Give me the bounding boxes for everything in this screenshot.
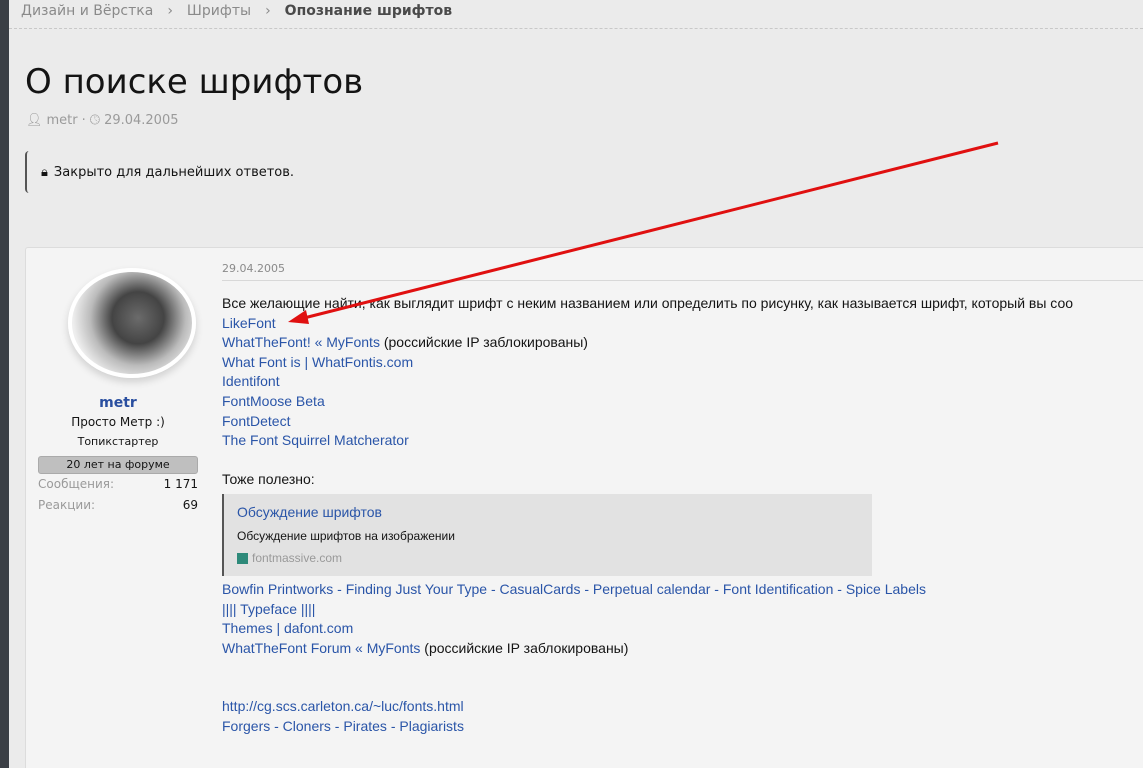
- link-preview-card[interactable]: Обсуждение шрифтов Обсуждение шрифтов на…: [222, 493, 872, 576]
- link-typeface[interactable]: |||| Typeface ||||: [222, 601, 315, 617]
- link-fontmoose[interactable]: FontMoose Beta: [222, 393, 325, 409]
- stat-label: Сообщения:: [38, 477, 115, 491]
- separator: ·: [81, 113, 86, 128]
- link-whatfontis[interactable]: What Font is | WhatFontis.com: [222, 354, 413, 370]
- avatar[interactable]: [68, 268, 196, 378]
- breadcrumb-current: Опознание шрифтов: [284, 3, 453, 19]
- preview-description: Обсуждение шрифтов на изображении: [237, 528, 455, 543]
- username-link[interactable]: metr: [38, 395, 198, 411]
- thread-meta: 👤︎ metr · 🕓︎ 29.04.2005: [26, 113, 179, 128]
- link-likefont[interactable]: LikeFont: [222, 315, 276, 331]
- post-body: Все желающие найти, как выглядит шрифт с…: [222, 294, 1137, 737]
- clock-icon: 🕓︎: [89, 113, 101, 128]
- post-intro: Все желающие найти, как выглядит шрифт с…: [222, 295, 1074, 311]
- stat-value: 69: [182, 498, 198, 512]
- chevron-right-icon: ›: [265, 3, 271, 19]
- stat-label: Реакции:: [38, 498, 96, 512]
- author-link[interactable]: metr: [47, 113, 78, 128]
- preview-site-name: fontmassive.com: [252, 551, 343, 566]
- notice-text: Закрыто для дальнейших ответов.: [53, 164, 295, 180]
- left-sidebar-edge: [0, 0, 9, 768]
- user-title: Просто Метр :): [71, 415, 165, 429]
- favicon-icon: [237, 553, 248, 565]
- page-title: О поиске шрифтов: [25, 62, 364, 102]
- also-useful-label: Тоже полезно:: [222, 471, 315, 488]
- user-badge: 20 лет на форуме: [38, 456, 198, 474]
- blocked-note: (российские IP заблокированы): [383, 334, 588, 351]
- link-whatthefont[interactable]: WhatTheFont! « MyFonts: [222, 334, 380, 350]
- link-bowfin[interactable]: Bowfin Printworks - Finding Just Your Ty…: [222, 581, 926, 597]
- link-fontsquirrel[interactable]: The Font Squirrel Matcherator: [222, 432, 409, 448]
- breadcrumb: Дизайн и Вёрстка › Шрифты › Опознание шр…: [21, 3, 452, 19]
- breadcrumb-design[interactable]: Дизайн и Вёрстка: [21, 3, 153, 19]
- link-fontdetect[interactable]: FontDetect: [222, 413, 290, 429]
- link-forgers[interactable]: Forgers - Cloners - Pirates - Plagiarist…: [222, 718, 464, 734]
- user-icon: 👤︎: [26, 113, 43, 128]
- blocked-note: (российские IP заблокированы): [424, 639, 629, 656]
- lock-icon: 🔒︎: [41, 164, 48, 180]
- post-date[interactable]: 29.04.2005: [222, 262, 285, 275]
- closed-notice: 🔒︎ Закрыто для дальнейших ответов.: [25, 151, 308, 193]
- breadcrumb-fonts[interactable]: Шрифты: [187, 3, 251, 19]
- link-wtf-forum[interactable]: WhatTheFont Forum « MyFonts: [222, 640, 420, 656]
- link-carleton[interactable]: http://cg.scs.carleton.ca/~luc/fonts.htm…: [222, 698, 464, 714]
- stat-value: 1 171: [163, 477, 198, 491]
- chevron-right-icon: ›: [167, 3, 173, 19]
- divider: [222, 280, 1143, 281]
- preview-title[interactable]: Обсуждение шрифтов: [237, 503, 859, 523]
- user-role: Топикстартер: [77, 435, 159, 448]
- date-link[interactable]: 29.04.2005: [104, 113, 178, 128]
- link-identifont[interactable]: Identifont: [222, 373, 280, 389]
- preview-site: fontmassive.com: [237, 549, 859, 569]
- stat-messages: Сообщения: 1 171: [38, 477, 198, 491]
- stat-reactions: Реакции: 69: [38, 498, 198, 512]
- link-dafont[interactable]: Themes | dafont.com: [222, 620, 353, 636]
- divider: [9, 28, 1143, 29]
